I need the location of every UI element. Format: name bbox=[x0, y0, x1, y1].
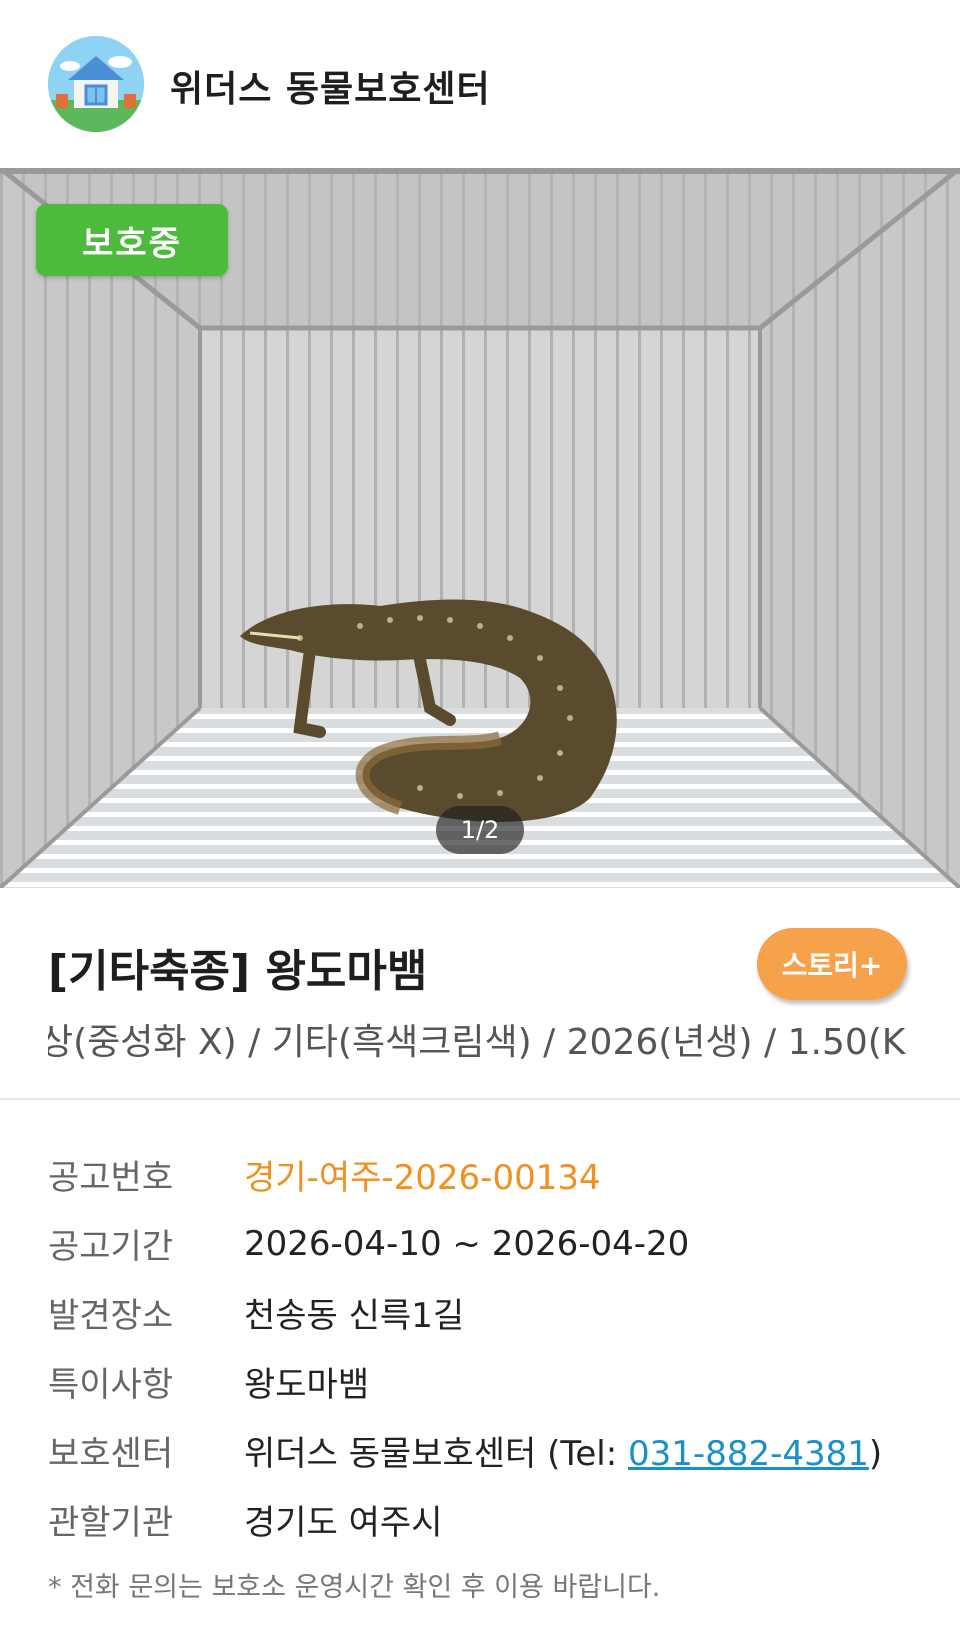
info-table: 공고번호 경기-여주-2026-00134 공고기간 2026-04-10 ~ … bbox=[48, 1140, 948, 1554]
info-row-found-place: 발견장소 천송동 신륵1길 bbox=[48, 1278, 948, 1347]
authority-label: 관할기관 bbox=[48, 1503, 174, 1543]
info-row-notice-number: 공고번호 경기-여주-2026-00134 bbox=[48, 1140, 948, 1209]
animal-title-row: [기타축종] 왕도마뱀 bbox=[48, 935, 427, 999]
animal-title: [기타축종] 왕도마뱀 bbox=[48, 946, 428, 997]
shelter-close-paren: ) bbox=[868, 1434, 883, 1474]
notice-period-value: 2026-04-10 ~ 2026-04-20 bbox=[244, 1223, 690, 1264]
status-badge: 보호중 bbox=[36, 204, 228, 276]
special-note-label: 특이사항 bbox=[48, 1365, 174, 1405]
found-place-label: 발견장소 bbox=[48, 1296, 174, 1336]
special-note-value: 왕도마뱀 bbox=[244, 1365, 370, 1405]
story-button[interactable]: 스토리+ bbox=[757, 928, 907, 1000]
house-logo-icon bbox=[48, 36, 144, 132]
info-row-authority: 관할기관 경기도 여주시 bbox=[48, 1485, 948, 1554]
notice-number-label: 공고번호 bbox=[48, 1158, 174, 1198]
shelter-name: 위더스 동물보호센터 bbox=[170, 69, 491, 110]
animal-summary-text: 상(중성화 X) / 기타(흑색크림색) / 2026(년생) / 1.50(K bbox=[48, 1022, 906, 1063]
info-row-shelter: 보호센터 위더스 동물보호센터 (Tel: 031-882-4381) bbox=[48, 1416, 948, 1485]
info-row-notice-period: 공고기간 2026-04-10 ~ 2026-04-20 bbox=[48, 1209, 948, 1278]
shelter-phone-link[interactable]: 031-882-4381 bbox=[628, 1434, 869, 1474]
shelter-name-text: 위더스 동물보호센터 (Tel: bbox=[244, 1434, 629, 1474]
header: 위더스 동물보호센터 bbox=[0, 0, 960, 168]
notice-number-value: 경기-여주-2026-00134 bbox=[244, 1158, 601, 1198]
divider bbox=[0, 1098, 960, 1100]
animal-summary[interactable]: 상(중성화 X) / 기타(흑색크림색) / 2026(년생) / 1.50(K bbox=[48, 1013, 960, 1067]
shelter-value: 위더스 동물보호센터 (Tel: 031-882-4381) bbox=[244, 1426, 882, 1475]
animal-photo[interactable]: 보호중 1/2 bbox=[0, 168, 960, 888]
photo-page-indicator: 1/2 bbox=[436, 806, 524, 854]
authority-value: 경기도 여주시 bbox=[244, 1503, 443, 1543]
lizard-in-cage-image bbox=[0, 168, 960, 888]
shelter-label: 보호센터 bbox=[48, 1434, 174, 1474]
info-row-special-note: 특이사항 왕도마뱀 bbox=[48, 1347, 948, 1416]
found-place-value: 천송동 신륵1길 bbox=[244, 1296, 465, 1336]
notice-period-label: 공고기간 bbox=[48, 1227, 174, 1267]
disclaimer-text: * 전화 문의는 보호소 운영시간 확인 후 이용 바랍니다. bbox=[48, 1572, 661, 1603]
